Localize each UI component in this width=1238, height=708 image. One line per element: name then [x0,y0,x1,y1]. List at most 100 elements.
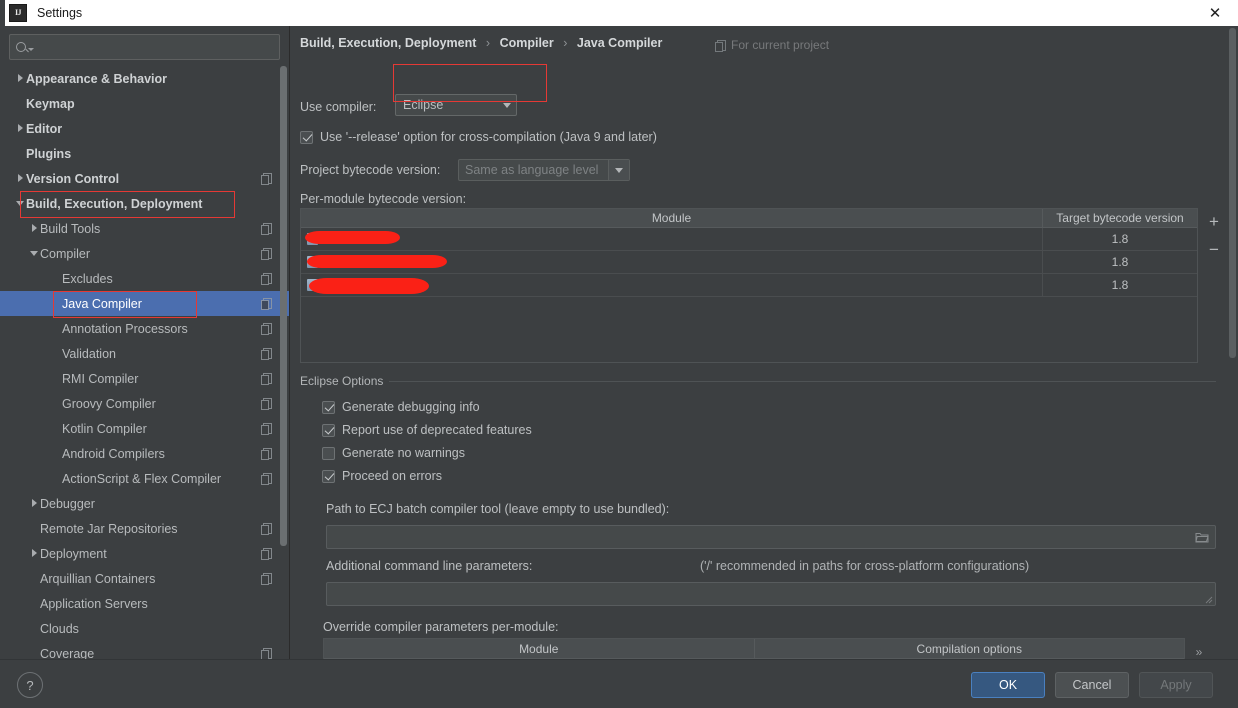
sidebar-item-deployment[interactable]: Deployment [0,541,289,566]
search-icon [10,42,36,52]
report-deprecated-checkbox[interactable]: Report use of deprecated features [322,423,532,437]
sidebar-item-build-tools[interactable]: Build Tools [0,216,289,241]
chevron-right-icon[interactable] [14,173,26,184]
scope-indicator: For current project [715,38,829,52]
sidebar-item-label: Java Compiler [62,296,142,311]
cell-target-bytecode[interactable]: 1.8 [1043,251,1197,273]
override-params-table[interactable]: Module Compilation options [323,638,1185,660]
project-bytecode-version-dropdown[interactable]: Same as language level [458,159,630,181]
breadcrumb-part-3: Java Compiler [576,36,663,50]
project-scope-icon [261,523,272,535]
chevron-right-icon[interactable] [28,548,40,559]
use-release-option-checkbox[interactable]: Use '--release' option for cross-compila… [300,130,657,144]
generate-debugging-info-checkbox[interactable]: Generate debugging info [322,400,480,414]
column-header-compilation-options[interactable]: Compilation options [755,639,1185,658]
remove-module-button[interactable]: − [1205,240,1223,258]
project-scope-icon [261,473,272,485]
report-deprecated-label: Report use of deprecated features [342,423,532,437]
use-compiler-value: Eclipse [403,98,444,112]
column-header-module[interactable]: Module [324,639,755,658]
sidebar-item-groovy-compiler[interactable]: Groovy Compiler [0,391,289,416]
override-params-label: Override compiler parameters per-module: [323,620,559,634]
sidebar-item-plugins[interactable]: Plugins [0,141,289,166]
sidebar-item-label: ActionScript & Flex Compiler [62,471,222,486]
proceed-on-errors-checkbox[interactable]: Proceed on errors [322,469,442,483]
sidebar-item-clouds[interactable]: Clouds [0,616,289,641]
sidebar-scrollbar[interactable] [279,66,287,660]
sidebar-item-debugger[interactable]: Debugger [0,491,289,516]
chevron-down-icon[interactable] [14,200,26,208]
chevron-down-icon[interactable] [608,160,629,180]
sidebar-item-excludes[interactable]: Excludes [0,266,289,291]
main-panel-scrollbar-thumb[interactable] [1229,28,1236,358]
sidebar-item-annotation-processors[interactable]: Annotation Processors [0,316,289,341]
close-icon[interactable]: ✕ [1192,0,1238,26]
sidebar-item-label: Android Compilers [62,446,165,461]
sidebar-item-label: Keymap [26,96,75,111]
chevron-right-icon[interactable] [14,123,26,134]
sidebar-item-kotlin-compiler[interactable]: Kotlin Compiler [0,416,289,441]
chevron-right-icon[interactable] [14,73,26,84]
per-module-bytecode-label: Per-module bytecode version: [300,192,467,206]
resize-grip-icon[interactable] [1205,596,1213,604]
apply-button[interactable]: Apply [1139,672,1213,698]
use-compiler-label: Use compiler: [300,100,377,114]
expand-table-button[interactable]: » [1190,640,1208,660]
sidebar-item-rmi-compiler[interactable]: RMI Compiler [0,366,289,391]
project-scope-icon [261,373,272,385]
sidebar-item-build-execution-deployment[interactable]: Build, Execution, Deployment [0,191,289,216]
additional-params-field[interactable] [326,582,1216,606]
cell-target-bytecode[interactable]: 1.8 [1043,228,1197,250]
sidebar-item-label: Build Tools [40,221,101,236]
breadcrumb: Build, Execution, Deployment › Compiler … [300,36,662,50]
redaction-mark [305,231,400,244]
chevron-right-icon[interactable] [28,223,40,234]
cell-module[interactable] [301,274,1043,296]
sidebar-item-android-compilers[interactable]: Android Compilers [0,441,289,466]
cell-target-bytecode[interactable]: 1.8 [1043,274,1197,296]
breadcrumb-part-2[interactable]: Compiler [500,36,554,50]
sidebar-scrollbar-thumb[interactable] [280,66,287,546]
main-panel-scrollbar[interactable] [1228,28,1236,658]
sidebar-item-appearance-behavior[interactable]: Appearance & Behavior [0,66,289,91]
table-row[interactable]: 1.8 [301,228,1197,251]
settings-sidebar: Appearance & Behavior Keymap Editor Plugins… [0,26,290,660]
sidebar-item-application-servers[interactable]: Application Servers [0,591,289,616]
sidebar-item-keymap[interactable]: Keymap [0,91,289,116]
column-header-module[interactable]: Module [301,209,1043,227]
project-scope-icon [261,448,272,460]
per-module-bytecode-table[interactable]: Module Target bytecode version 1.8 1.8 1.8 [300,208,1198,363]
sidebar-item-actionscript-flex-compiler[interactable]: ActionScript & Flex Compiler [0,466,289,491]
sidebar-item-validation[interactable]: Validation [0,341,289,366]
chevron-right-icon[interactable] [28,498,40,509]
chevron-down-icon[interactable] [28,250,40,258]
window-titlebar: IJ Settings ✕ [0,0,1238,27]
table-row[interactable]: 1.8 [301,274,1197,297]
help-button[interactable]: ? [17,672,43,698]
ecj-path-field[interactable] [326,525,1216,549]
use-compiler-dropdown[interactable]: Eclipse [395,94,517,116]
sidebar-item-editor[interactable]: Editor [0,116,289,141]
sidebar-item-remote-jar-repositories[interactable]: Remote Jar Repositories [0,516,289,541]
table-row[interactable]: 1.8 [301,251,1197,274]
ok-button[interactable]: OK [971,672,1045,698]
generate-no-warnings-checkbox[interactable]: Generate no warnings [322,446,465,460]
cell-module[interactable] [301,228,1043,250]
project-scope-icon [261,223,272,235]
settings-search-box[interactable] [9,34,280,60]
sidebar-item-compiler[interactable]: Compiler [0,241,289,266]
cancel-button[interactable]: Cancel [1055,672,1129,698]
search-input[interactable] [36,40,279,54]
ecj-path-label: Path to ECJ batch compiler tool (leave e… [326,502,670,516]
add-module-button[interactable]: + [1205,212,1223,230]
cell-module[interactable] [301,251,1043,273]
sidebar-item-coverage[interactable]: Coverage [0,641,289,660]
folder-icon[interactable] [1195,531,1209,543]
sidebar-item-java-compiler[interactable]: Java Compiler [0,291,289,316]
sidebar-item-version-control[interactable]: Version Control [0,166,289,191]
breadcrumb-part-1[interactable]: Build, Execution, Deployment [300,36,476,50]
sidebar-item-arquillian-containers[interactable]: Arquillian Containers [0,566,289,591]
checkbox-box [322,423,335,437]
redaction-mark [309,278,429,294]
column-header-target-bytecode[interactable]: Target bytecode version [1043,209,1197,227]
